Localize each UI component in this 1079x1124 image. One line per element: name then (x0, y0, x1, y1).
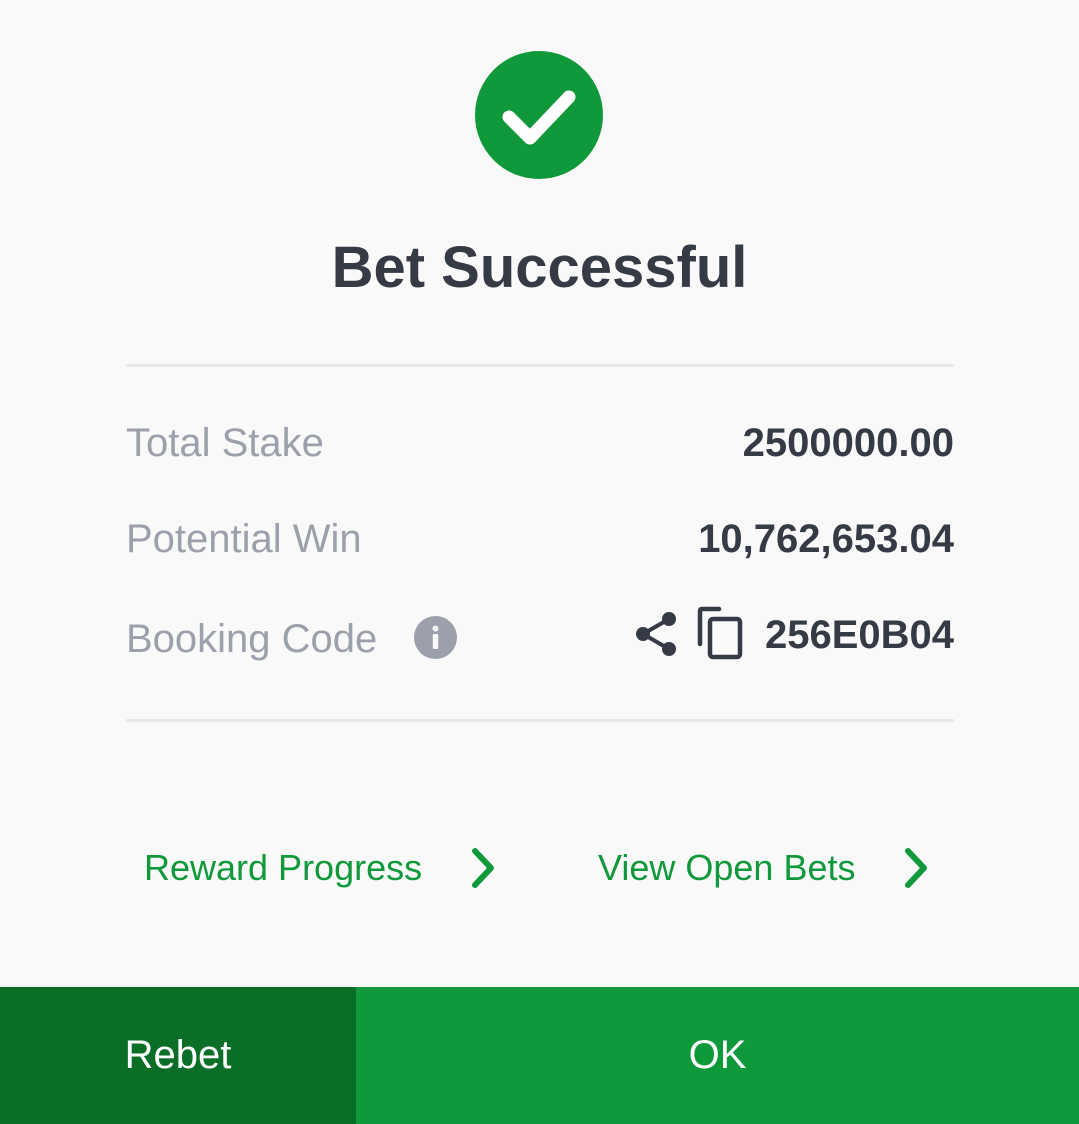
share-icon[interactable] (633, 610, 679, 658)
rebet-button-label: Rebet (124, 1033, 232, 1077)
booking-code-value[interactable]: 256E0B04 (765, 610, 954, 660)
rebet-button[interactable]: Rebet (0, 987, 356, 1124)
copy-icon[interactable] (697, 606, 745, 660)
info-icon[interactable] (414, 616, 457, 659)
chevron-right-icon (472, 848, 495, 888)
potential-win-value: 10,762,653.04 (698, 517, 954, 561)
check-circle-icon (475, 51, 603, 179)
potential-win-label: Potential Win (126, 517, 362, 561)
reward-progress-label: Reward Progress (144, 847, 423, 888)
view-open-bets-link[interactable]: View Open Bets (598, 838, 929, 898)
ok-button[interactable]: OK (356, 987, 1079, 1124)
bet-success-dialog: Bet Successful Total Stake 2500000.00 Po… (0, 0, 1079, 1124)
view-open-bets-label: View Open Bets (598, 847, 856, 888)
total-stake-label: Total Stake (126, 421, 324, 465)
chevron-right-icon (905, 848, 928, 888)
total-stake-value: 2500000.00 (742, 421, 954, 465)
ok-button-label: OK (688, 1033, 747, 1077)
top-divider (126, 364, 954, 367)
page-title: Bet Successful (331, 235, 748, 300)
booking-code-label: Booking Code (126, 617, 378, 661)
bottom-divider (126, 719, 954, 722)
reward-progress-link[interactable]: Reward Progress (144, 838, 496, 898)
